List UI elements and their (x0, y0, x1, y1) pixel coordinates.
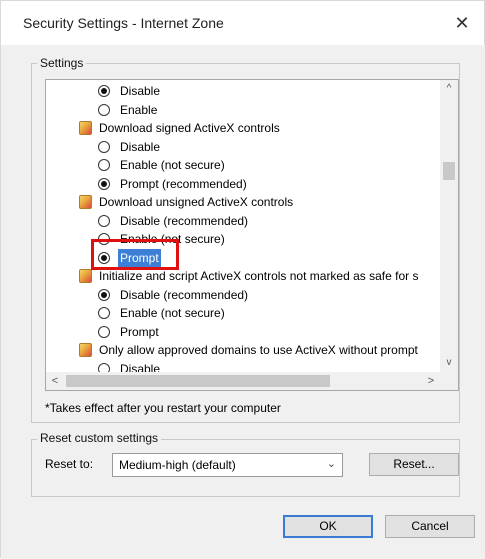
setting-option-label[interactable]: Disable (118, 138, 162, 156)
settings-shield-icon (79, 269, 92, 283)
setting-heading-label: Download signed ActiveX controls (99, 121, 280, 135)
scroll-right-icon[interactable]: > (422, 372, 440, 390)
radio-checked-icon[interactable] (98, 177, 110, 190)
reset-level-dropdown[interactable]: Medium-high (default) ⌄ (112, 453, 343, 477)
dropdown-value: Medium-high (default) (119, 458, 236, 472)
reset-button[interactable]: Reset... (369, 453, 459, 476)
window-title: Security Settings - Internet Zone (23, 15, 224, 31)
security-settings-dialog: Security Settings - Internet Zone ✕ Sett… (0, 0, 485, 559)
setting-option-label[interactable]: Enable (118, 101, 159, 119)
setting-heading-label: Download unsigned ActiveX controls (99, 195, 294, 209)
title-bar: Security Settings - Internet Zone ✕ (1, 1, 484, 45)
radio-unchecked-icon[interactable] (98, 103, 110, 116)
radio-checked-icon[interactable] (98, 85, 110, 97)
setting-heading-label: Only allow approved domains to use Activ… (99, 343, 418, 357)
setting-option-label[interactable]: Enable (not secure) (118, 304, 227, 322)
chevron-down-icon: ⌄ (326, 458, 336, 470)
radio-unchecked-icon[interactable] (98, 140, 110, 153)
radio-unchecked-icon[interactable] (98, 307, 110, 319)
scroll-corner (440, 372, 458, 390)
settings-list[interactable]: Disable Enable Download signed ActiveX con… (45, 79, 459, 391)
scroll-up-icon[interactable]: ^ (440, 80, 458, 98)
radio-unchecked-icon[interactable] (98, 159, 110, 171)
vertical-scrollbar[interactable]: ^ v (440, 80, 458, 372)
reset-legend: Reset custom settings (37, 431, 162, 445)
settings-shield-icon (79, 121, 92, 135)
radio-checked-icon[interactable] (98, 251, 110, 264)
settings-legend: Settings (37, 56, 87, 70)
setting-option-label[interactable]: Enable (not secure) (118, 156, 227, 174)
settings-shield-icon (79, 343, 92, 357)
ok-button[interactable]: OK (283, 515, 373, 538)
scroll-left-icon[interactable]: < (46, 372, 64, 390)
radio-checked-icon[interactable] (98, 288, 110, 301)
horizontal-scrollbar[interactable]: < > (46, 372, 440, 390)
setting-option-label[interactable]: Prompt (118, 323, 161, 341)
reset-to-label: Reset to: (45, 457, 94, 471)
radio-unchecked-icon[interactable] (98, 214, 110, 227)
horizontal-scroll-thumb[interactable] (66, 375, 330, 387)
settings-shield-icon (79, 195, 92, 209)
setting-option-label[interactable]: Disable (118, 82, 162, 100)
setting-option-label[interactable]: Prompt (recommended) (118, 175, 249, 193)
setting-option-label[interactable]: Enable (not secure) (118, 230, 227, 248)
settings-list-content: Disable Enable Download signed ActiveX con… (46, 80, 440, 372)
scroll-down-icon[interactable]: v (440, 354, 458, 372)
restart-note: *Takes effect after you restart your com… (45, 401, 281, 415)
close-icon[interactable]: ✕ (448, 11, 476, 35)
radio-unchecked-icon[interactable] (98, 362, 110, 372)
radio-unchecked-icon[interactable] (98, 233, 110, 245)
setting-option-label[interactable]: Disable (recommended) (118, 286, 250, 304)
setting-heading-label: Initialize and script ActiveX controls n… (99, 269, 419, 283)
vertical-scroll-thumb[interactable] (443, 162, 455, 180)
setting-option-label[interactable]: Prompt (118, 248, 161, 267)
radio-unchecked-icon[interactable] (98, 325, 110, 338)
cancel-button[interactable]: Cancel (385, 515, 475, 538)
setting-option-label[interactable]: Disable (118, 360, 162, 373)
setting-option-label[interactable]: Disable (recommended) (118, 212, 250, 230)
